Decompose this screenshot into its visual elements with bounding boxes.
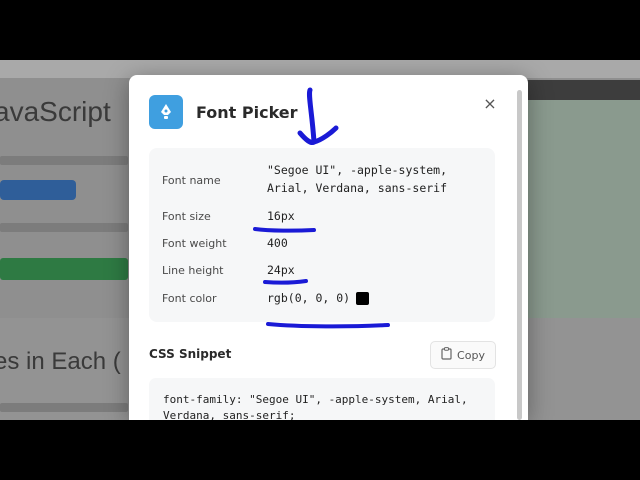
background-nav bbox=[525, 80, 640, 100]
background-text-line bbox=[0, 156, 128, 165]
background-title: avaScript bbox=[0, 96, 111, 127]
font-weight-value: 400 bbox=[267, 236, 288, 250]
font-name-value: "Segoe UI", -apple-system, Arial, Verdan… bbox=[267, 161, 447, 197]
line-height-value: 24px bbox=[267, 263, 295, 277]
pen-nib-icon bbox=[149, 95, 183, 129]
background-heading: es in Each ( bbox=[0, 348, 121, 375]
background-blue-button bbox=[0, 180, 76, 200]
font-color-value: rgb(0, 0, 0) bbox=[267, 289, 370, 307]
letterbox-bottom bbox=[0, 420, 640, 480]
css-snippet-title: CSS Snippet bbox=[149, 347, 232, 361]
font-size-value: 16px bbox=[267, 209, 295, 223]
background-green-button bbox=[0, 258, 128, 280]
font-name-value-line1: "Segoe UI", -apple-system, bbox=[267, 163, 448, 177]
font-color-label: Font color bbox=[162, 292, 217, 305]
font-size-label: Font size bbox=[162, 210, 211, 223]
css-snippet-code: font-family: "Segoe UI", -apple-system, … bbox=[163, 393, 468, 420]
copy-label: Copy bbox=[457, 348, 485, 362]
font-picker-dialog: Font Picker × Font name "Segoe UI", -app… bbox=[129, 75, 528, 420]
background-side-panel bbox=[528, 100, 640, 330]
css-snippet-box: font-family: "Segoe UI", -apple-system, … bbox=[149, 378, 495, 420]
copy-button[interactable]: Copy bbox=[430, 341, 496, 369]
font-name-label: Font name bbox=[162, 174, 221, 187]
close-icon: × bbox=[483, 94, 497, 113]
background-text-line bbox=[0, 223, 128, 232]
font-weight-label: Font weight bbox=[162, 237, 227, 250]
close-button[interactable]: × bbox=[479, 93, 501, 115]
font-name-value-line2: Arial, Verdana, sans-serif bbox=[267, 181, 448, 195]
font-color-text: rgb(0, 0, 0) bbox=[267, 291, 351, 305]
letterbox-top bbox=[0, 0, 640, 60]
dialog-title: Font Picker bbox=[196, 103, 298, 122]
dialog-scrollbar[interactable] bbox=[517, 90, 522, 420]
font-properties-card: Font name "Segoe UI", -apple-system, Ari… bbox=[149, 148, 495, 322]
background-text-line bbox=[0, 403, 128, 412]
clipboard-icon bbox=[441, 347, 452, 363]
color-swatch bbox=[356, 292, 370, 305]
line-height-label: Line height bbox=[162, 264, 224, 277]
